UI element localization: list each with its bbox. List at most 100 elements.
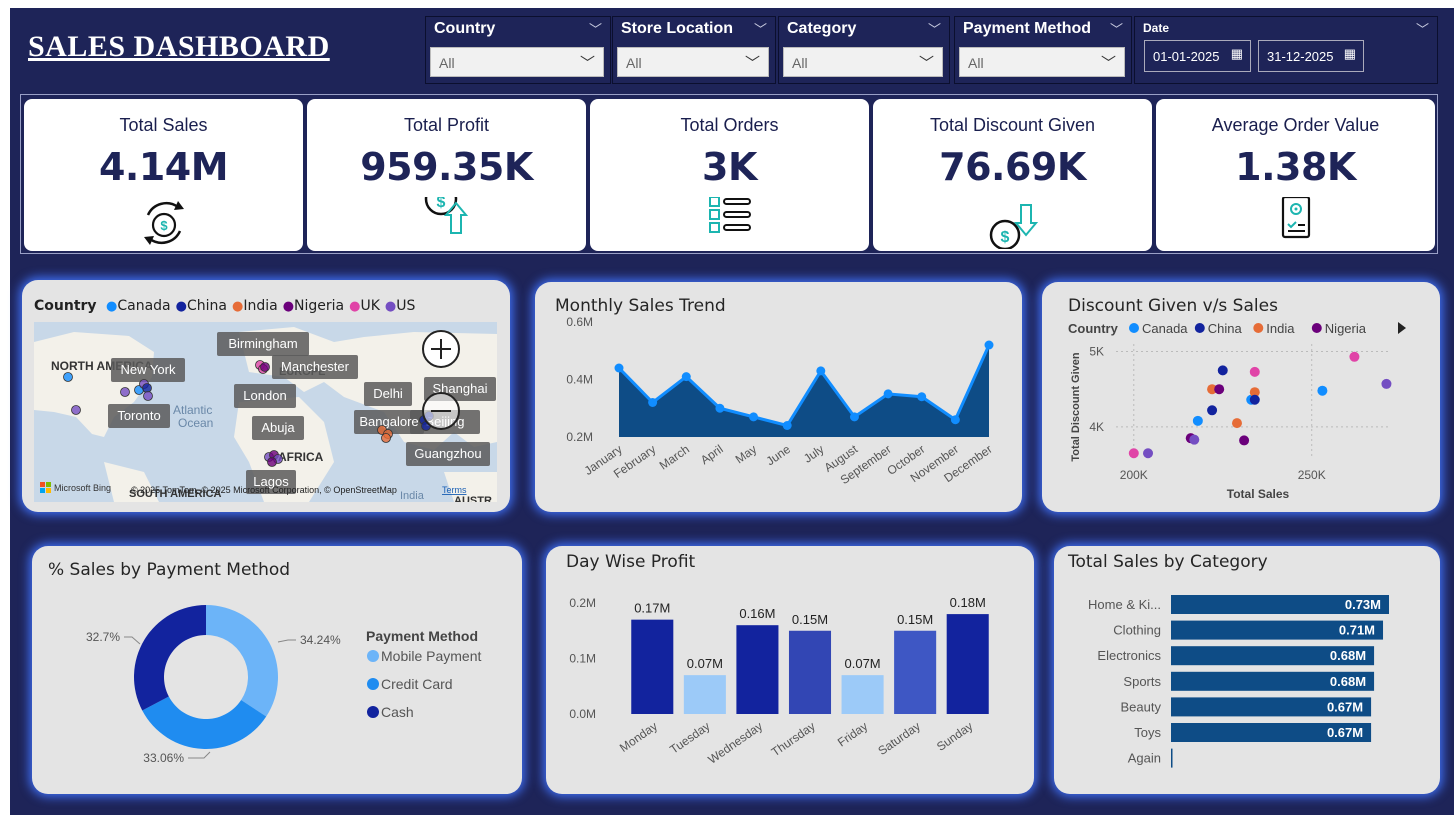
data-point[interactable] xyxy=(984,340,994,350)
data-point[interactable] xyxy=(614,363,624,373)
kpi-card-total-orders[interactable]: Total Orders 3K xyxy=(590,99,869,251)
payment-method-slicer[interactable]: Payment Method ﹀ All ﹀ xyxy=(954,16,1132,84)
scatter-point[interactable] xyxy=(1214,384,1225,395)
country-dropdown[interactable]: All ﹀ xyxy=(430,47,604,77)
legend-label[interactable]: Mobile Payment xyxy=(381,648,481,664)
legend-label[interactable]: Canada xyxy=(1142,321,1188,336)
legend-label[interactable]: Nigeria xyxy=(1325,321,1367,336)
donut-slice[interactable] xyxy=(206,605,278,717)
bar[interactable] xyxy=(841,675,884,714)
map-city-label-birmingham[interactable]: Birmingham xyxy=(228,336,297,351)
scatter-point[interactable] xyxy=(1249,394,1260,405)
data-point[interactable] xyxy=(715,403,725,413)
data-point[interactable] xyxy=(782,421,792,430)
discount-scatter-chart[interactable]: Country Canada China India Nigeria 4K 5K 200K 25… xyxy=(1042,282,1440,512)
scatter-point[interactable] xyxy=(1207,405,1218,416)
map-point[interactable] xyxy=(71,405,81,415)
payment-method-dropdown[interactable]: All ﹀ xyxy=(959,47,1125,77)
scatter-point[interactable] xyxy=(1231,418,1242,429)
data-point[interactable] xyxy=(648,398,658,407)
map-card[interactable]: Country ●Canada ●China ●India ●Nigeria ●UK ●U… xyxy=(22,280,510,512)
bar[interactable] xyxy=(1171,748,1173,768)
sales-by-category-card[interactable]: Total Sales by Category Home & Ki... 0.73… xyxy=(1054,546,1440,794)
map-point[interactable] xyxy=(143,391,153,401)
scatter-point[interactable] xyxy=(1349,351,1360,362)
map-point[interactable] xyxy=(267,457,277,467)
chevron-down-icon[interactable]: ﹀ xyxy=(1110,19,1123,38)
scatter-point[interactable] xyxy=(1249,366,1260,377)
scatter-point[interactable] xyxy=(1217,365,1228,376)
bar[interactable] xyxy=(736,625,779,714)
legend-next-icon[interactable] xyxy=(1398,322,1406,334)
start-date-input[interactable]: 01-01-2025 ▦ xyxy=(1144,40,1251,72)
country-slicer[interactable]: Country ﹀ All ﹀ xyxy=(425,16,611,84)
scatter-point[interactable] xyxy=(1189,434,1200,445)
scatter-point[interactable] xyxy=(1317,385,1328,396)
map-city-label-toronto[interactable]: Toronto xyxy=(117,408,160,423)
bar[interactable] xyxy=(894,630,937,714)
category-dropdown[interactable]: All ﹀ xyxy=(783,47,943,77)
scatter-point[interactable] xyxy=(1128,448,1139,459)
legend-label[interactable]: Credit Card xyxy=(381,676,453,692)
legend-item[interactable]: ●India xyxy=(232,298,278,314)
data-point[interactable] xyxy=(816,366,826,376)
legend-item[interactable]: ●China xyxy=(176,298,227,314)
scatter-point[interactable] xyxy=(1381,378,1392,389)
payment-donut-chart[interactable]: 34.24% 33.06% 32.7% Payment Method Mobile Pa… xyxy=(32,546,522,794)
zoom-in-icon[interactable] xyxy=(422,330,460,368)
kpi-card-total-profit[interactable]: Total Profit 959.35K $ xyxy=(307,99,586,251)
category-bar-chart[interactable]: Home & Ki... 0.73M Clothing 0.71M Electronic… xyxy=(1054,546,1440,794)
bar[interactable] xyxy=(788,630,832,714)
legend-label[interactable]: India xyxy=(1266,321,1295,336)
map-city-label-delhi[interactable]: Delhi xyxy=(373,386,403,401)
legend-label[interactable]: Cash xyxy=(381,704,414,720)
payment-method-card[interactable]: % Sales by Payment Method 34.24% 33.06% 32… xyxy=(32,546,522,794)
data-point[interactable] xyxy=(917,392,927,402)
map-point[interactable] xyxy=(63,372,73,382)
bar[interactable] xyxy=(946,614,989,714)
legend-item[interactable]: ●UK xyxy=(349,298,380,314)
chevron-down-icon[interactable]: ﹀ xyxy=(589,19,602,38)
map-visual[interactable]: NORTH AMERICANew YorkToronto AtlanticOcea… xyxy=(34,322,497,502)
zoom-out-icon[interactable] xyxy=(422,392,460,430)
map-city-label-guangzhou[interactable]: Guangzhou xyxy=(414,446,481,461)
data-point[interactable] xyxy=(849,412,859,422)
legend-item[interactable]: ●US xyxy=(385,298,415,314)
legend-label[interactable]: China xyxy=(1208,321,1243,336)
donut-slice[interactable] xyxy=(133,605,206,711)
kpi-card-average-order-value[interactable]: Average Order Value 1.38K xyxy=(1156,99,1435,251)
kpi-card-total-discount[interactable]: Total Discount Given 76.69K $ xyxy=(873,99,1152,251)
category-slicer[interactable]: Category ﹀ All ﹀ xyxy=(778,16,950,84)
data-point[interactable] xyxy=(883,389,893,399)
kpi-card-total-sales[interactable]: Total Sales 4.14M $ xyxy=(24,99,303,251)
map-point[interactable] xyxy=(260,362,270,372)
data-point[interactable] xyxy=(749,412,759,422)
calendar-icon[interactable]: ▦ xyxy=(1344,46,1356,62)
data-point[interactable] xyxy=(681,372,691,382)
monthly-sales-card[interactable]: Monthly Sales Trend 0.2M 0.4M 0.6M January F… xyxy=(535,282,1022,512)
day-profit-chart[interactable]: 0.0M 0.1M 0.2M 0.17M Monday 0.07M Tuesday 0.16M… xyxy=(546,546,1034,794)
chevron-down-icon[interactable]: ﹀ xyxy=(928,19,941,38)
scatter-point[interactable] xyxy=(1239,435,1250,446)
map-point[interactable] xyxy=(120,387,130,397)
legend-item[interactable]: ●Canada xyxy=(106,298,171,314)
end-date-input[interactable]: 31-12-2025 ▦ xyxy=(1258,40,1364,72)
bar[interactable] xyxy=(631,619,674,714)
donut-slice[interactable] xyxy=(142,696,267,749)
map-terms-link[interactable]: Terms xyxy=(442,485,467,495)
map-point[interactable] xyxy=(142,383,152,393)
map-city-label-london[interactable]: London xyxy=(243,388,286,403)
legend-item[interactable]: ●Nigeria xyxy=(283,298,344,314)
map-point[interactable] xyxy=(381,433,391,443)
calendar-icon[interactable]: ▦ xyxy=(1231,46,1243,62)
monthly-sales-chart[interactable]: 0.2M0.4M0.6MJanuaryFebruaryMarch April May… xyxy=(535,282,1022,512)
chevron-down-icon[interactable]: ﹀ xyxy=(1416,19,1429,38)
bar[interactable] xyxy=(683,675,726,714)
map-city-label-manchester[interactable]: Manchester xyxy=(281,359,350,374)
day-wise-profit-card[interactable]: Day Wise Profit 0.0M 0.1M 0.2M 0.17M Monday 0… xyxy=(546,546,1034,794)
chevron-down-icon[interactable]: ﹀ xyxy=(754,19,767,38)
store-location-slicer[interactable]: Store Location ﹀ All ﹀ xyxy=(612,16,776,84)
discount-vs-sales-card[interactable]: Discount Given v/s Sales Country Canada Ch… xyxy=(1042,282,1440,512)
map-city-label-new-york[interactable]: New York xyxy=(121,362,176,377)
map-city-label-bangalore[interactable]: Bangalore xyxy=(359,414,418,429)
